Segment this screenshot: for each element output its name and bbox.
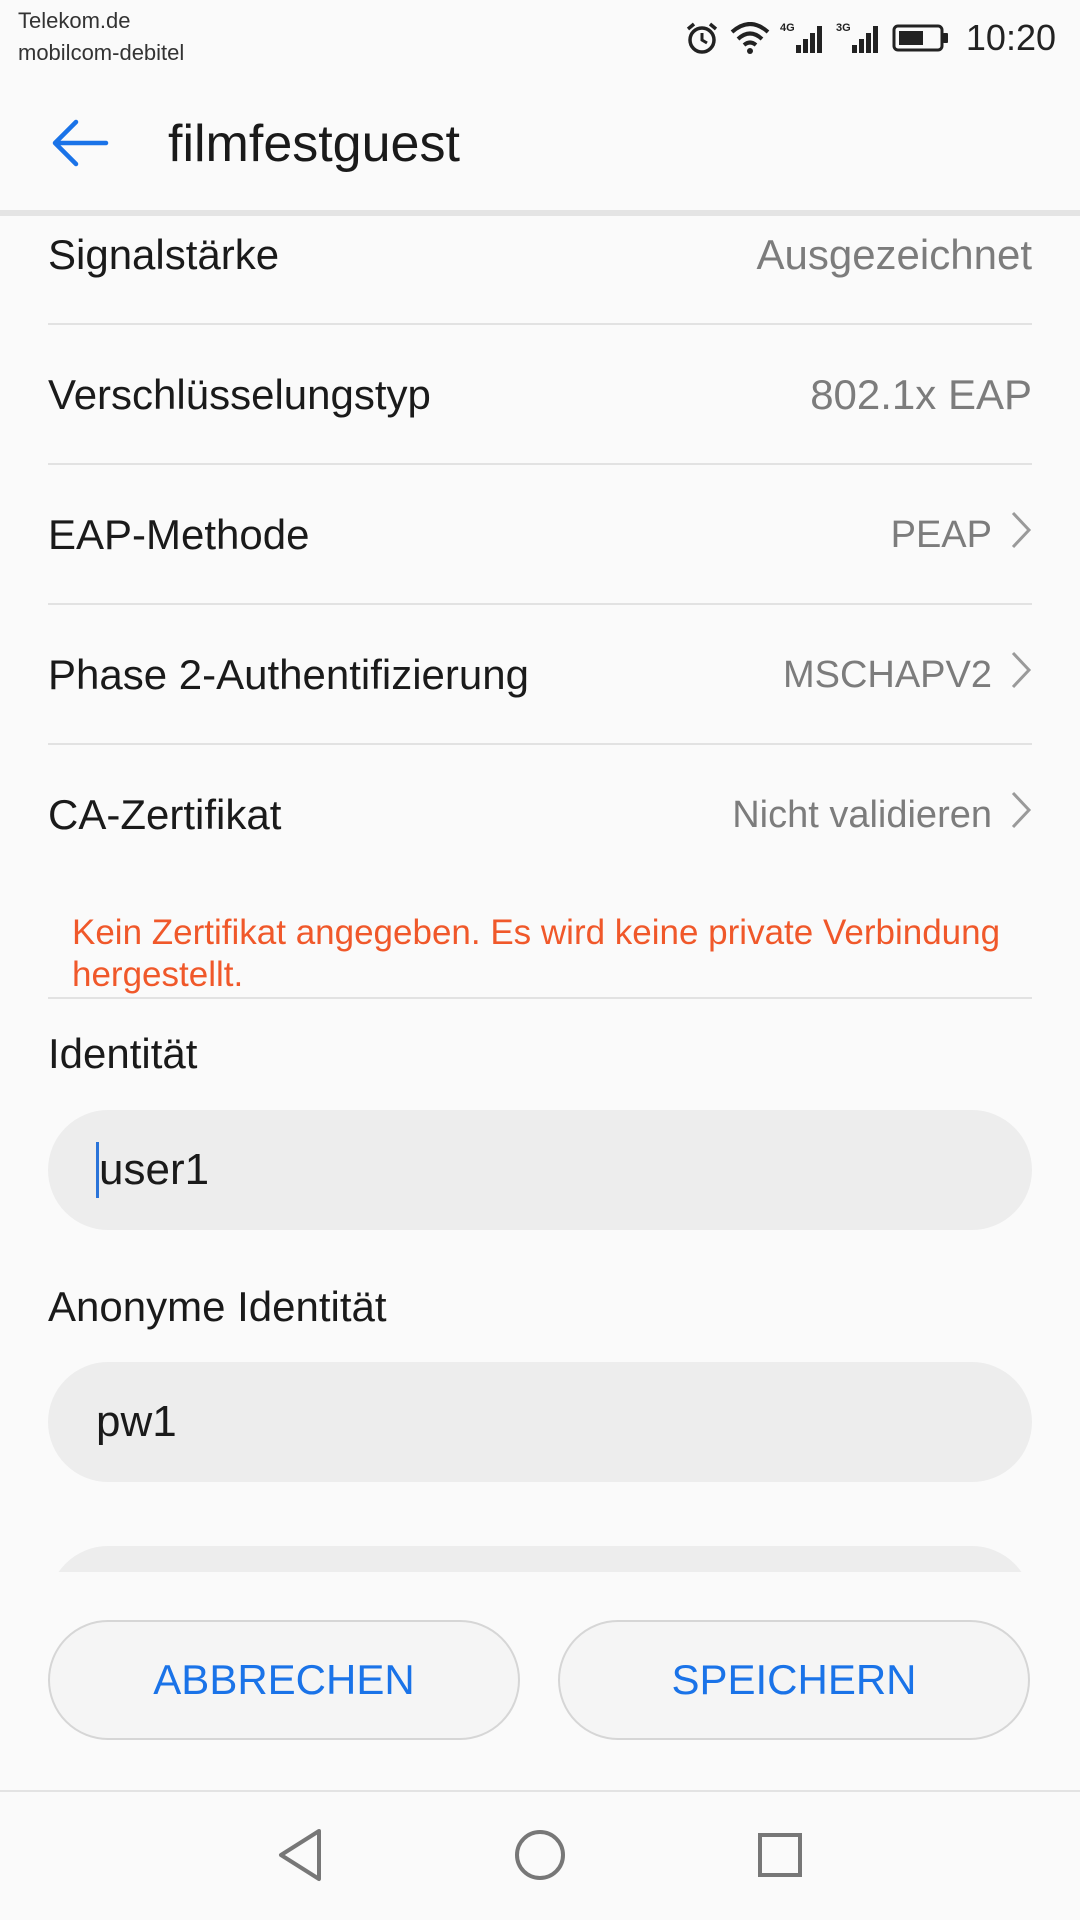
row-signal-strength: Signalstärke Ausgezeichnet — [48, 185, 1032, 325]
row-label: Phase 2-Authentifizierung — [48, 651, 529, 698]
row-value: Nicht validieren — [732, 793, 992, 836]
back-triangle-icon — [275, 1827, 325, 1888]
recents-square-icon — [755, 1830, 805, 1885]
row-phase2-auth[interactable]: Phase 2-Authentifizierung MSCHAPV2 — [48, 605, 1032, 745]
cancel-button[interactable]: ABBRECHEN — [48, 1620, 520, 1740]
row-value: PEAP — [890, 513, 992, 556]
arrow-left-icon — [50, 118, 110, 173]
back-button[interactable] — [40, 110, 120, 180]
navigation-bar — [0, 1790, 1080, 1920]
alarm-icon — [684, 20, 720, 56]
row-label: Verschlüsselungstyp — [48, 371, 431, 418]
wifi-icon — [730, 22, 770, 54]
carrier-name-secondary: mobilcom-debitel — [18, 40, 185, 65]
identity-value: user1 — [99, 1145, 210, 1194]
row-value-wrap: PEAP — [891, 510, 1032, 560]
row-label: CA-Zertifikat — [48, 791, 282, 838]
row-label: EAP-Methode — [48, 511, 310, 558]
row-encryption-type: Verschlüsselungstyp 802.1x EAP — [48, 325, 1032, 465]
page-title: filmfestguest — [168, 115, 460, 173]
row-value: Ausgezeichnet — [756, 231, 1032, 278]
home-circle-icon — [512, 1827, 568, 1888]
battery-icon — [892, 23, 950, 53]
anonymous-identity-value: pw1 — [96, 1397, 177, 1446]
certificate-warning: Kein Zertifikat angegeben. Es wird keine… — [72, 913, 1001, 994]
identity-label: Identität — [48, 1030, 198, 1077]
carrier-name: Telekom.de — [18, 8, 131, 33]
row-value-wrap: MSCHAPV2 — [783, 650, 1032, 700]
anonymous-identity-input[interactable]: pw1 — [48, 1362, 1032, 1482]
row-eap-method[interactable]: EAP-Methode PEAP — [48, 465, 1032, 605]
nav-back-button[interactable] — [265, 1822, 335, 1892]
row-value-wrap: Nicht validieren — [732, 790, 1032, 840]
identity-input[interactable]: user1 — [48, 1110, 1032, 1230]
save-button[interactable]: SPEICHERN — [558, 1620, 1030, 1740]
nav-recents-button[interactable] — [745, 1822, 815, 1892]
divider — [48, 997, 1032, 999]
row-value: 802.1x EAP — [810, 371, 1032, 418]
status-icons: 4G 3G 10:20 — [684, 14, 1056, 62]
clock: 10:20 — [965, 17, 1056, 58]
signal-4g-icon: 4G — [780, 21, 826, 55]
svg-text:4G: 4G — [780, 22, 795, 34]
anonymous-identity-label: Anonyme Identität — [48, 1283, 387, 1330]
row-label: Signalstärke — [48, 231, 280, 278]
chevron-right-icon — [1010, 510, 1032, 560]
status-bar: Telekom.de mobilcom-debitel 4G 3G 10:20 — [0, 0, 1080, 80]
signal-3g-icon: 3G — [836, 21, 882, 55]
chevron-right-icon — [1010, 790, 1032, 840]
svg-text:3G: 3G — [836, 22, 851, 34]
row-ca-certificate[interactable]: CA-Zertifikat Nicht validieren — [48, 745, 1032, 885]
row-value: MSCHAPV2 — [782, 653, 992, 696]
chevron-right-icon — [1010, 650, 1032, 700]
nav-home-button[interactable] — [505, 1822, 575, 1892]
